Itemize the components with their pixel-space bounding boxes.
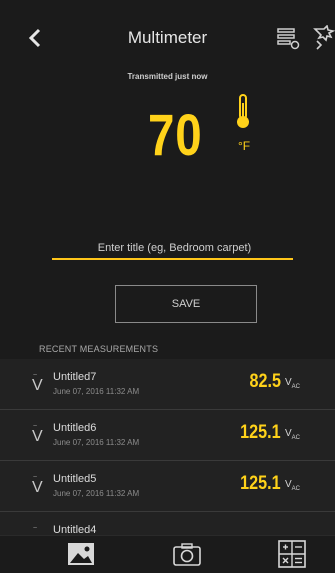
measurement-date: June 07, 2016 11:32 AM — [53, 489, 140, 498]
transmitted-status: Transmitted just now — [127, 72, 208, 81]
list-item[interactable]: ~ V Untitled7 June 07, 2016 11:32 AM 82.… — [0, 359, 335, 410]
measurement-name: Untitled6 — [53, 422, 97, 434]
reading-value: 70 — [148, 103, 203, 168]
thermometer-icon — [237, 94, 249, 128]
voltage-icon: V — [32, 479, 43, 496]
reading-unit: °F — [238, 139, 251, 153]
measurement-date: June 07, 2016 11:32 AM — [53, 438, 140, 447]
save-button[interactable]: SAVE — [115, 285, 257, 323]
data-list-icon[interactable] — [276, 26, 300, 50]
measurement-name: Untitled7 — [53, 371, 97, 383]
measurement-unit: VAC — [285, 377, 301, 390]
gallery-icon[interactable] — [66, 540, 96, 568]
camera-icon[interactable] — [172, 540, 202, 568]
logo-icon[interactable] — [311, 25, 335, 51]
measurement-date: June 07, 2016 11:32 AM — [53, 387, 140, 396]
recent-measurements-header: RECENT MEASUREMENTS — [39, 344, 159, 354]
calculator-icon[interactable] — [277, 540, 307, 568]
measurement-unit: VAC — [285, 479, 301, 492]
measurement-value: 82.5 — [249, 371, 281, 392]
voltage-icon: V — [32, 377, 43, 394]
list-item[interactable]: ~ V Untitled5 June 07, 2016 11:32 AM 125… — [0, 461, 335, 512]
measurement-value: 125.1 — [240, 473, 281, 494]
recent-measurements-list[interactable]: ~ V Untitled7 June 07, 2016 11:32 AM 82.… — [0, 359, 335, 535]
title-input[interactable] — [52, 236, 297, 260]
measurement-value: 125.1 — [240, 422, 281, 443]
voltage-icon: V — [32, 428, 43, 445]
title-input-underline — [52, 258, 293, 260]
measurement-name: Untitled5 — [53, 473, 97, 485]
measurement-name: Untitled4 — [53, 524, 97, 535]
measurement-unit: VAC — [285, 428, 301, 441]
bottom-tab-bar — [0, 535, 335, 573]
list-item[interactable]: ~ V Untitled6 June 07, 2016 11:32 AM 125… — [0, 410, 335, 461]
header: Multimeter — [0, 0, 335, 72]
list-item[interactable]: ~ Untitled4 — [0, 512, 335, 535]
ac-wave-icon: ~ — [33, 525, 38, 532]
